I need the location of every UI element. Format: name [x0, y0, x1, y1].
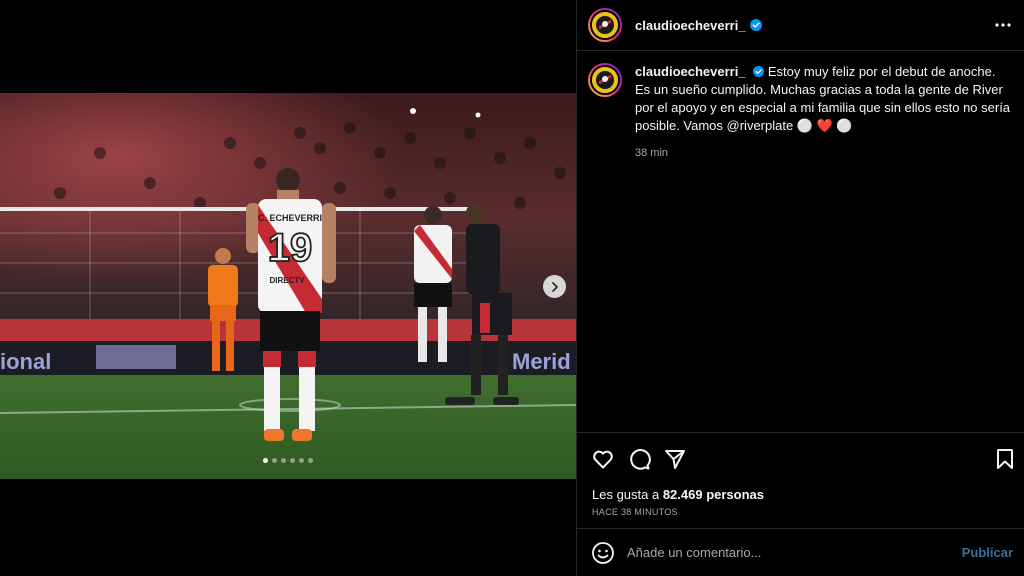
post-caption: claudioecheverri_ Estoy muy feliz por el… — [588, 63, 1013, 162]
carousel-dot — [272, 458, 277, 463]
caption-avatar[interactable] — [588, 63, 622, 97]
ad-board-left-text: ional — [0, 349, 51, 374]
carousel-dot — [263, 458, 268, 463]
verified-badge-icon — [749, 19, 762, 31]
carousel-next-button[interactable] — [543, 275, 566, 298]
carousel-dot — [281, 458, 286, 463]
likes-count[interactable]: Les gusta a 82.469 personas — [592, 487, 764, 502]
emoji-icon[interactable] — [591, 541, 615, 565]
avatar-image — [592, 12, 618, 38]
caption-username[interactable]: claudioecheverri_ — [635, 64, 746, 79]
likes-number[interactable]: 82.469 personas — [663, 487, 764, 502]
shirt-number-text: 19 — [268, 226, 313, 270]
comment-input[interactable] — [627, 545, 962, 560]
action-bar: Les gusta a 82.469 personas HACE 38 MINU… — [577, 432, 1024, 528]
comment-icon[interactable] — [627, 447, 651, 471]
header-username[interactable]: claudioecheverri_ — [635, 18, 746, 33]
caption-timestamp[interactable]: 38 min — [635, 144, 1013, 162]
more-options-icon[interactable] — [993, 15, 1013, 35]
send-icon[interactable] — [663, 447, 687, 471]
publish-button[interactable]: Publicar — [962, 545, 1013, 560]
carousel-dot — [290, 458, 295, 463]
verified-badge-icon — [753, 66, 765, 77]
shirt-sponsor-text: DIRECTV — [269, 276, 305, 285]
post-header: claudioecheverri_ — [577, 0, 1024, 51]
football-photo: ional Merid C. ECHEVERRI 19 DIRECTV — [0, 93, 576, 479]
carousel-dot — [299, 458, 304, 463]
post-photo[interactable]: ional Merid C. ECHEVERRI 19 DIRECTV — [0, 93, 576, 479]
likes-prefix: Les gusta a — [592, 487, 663, 502]
avatar-image — [592, 67, 618, 93]
ad-board-right-text: Merid — [512, 349, 571, 374]
post-media: ional Merid C. ECHEVERRI 19 DIRECTV — [0, 0, 576, 576]
post-date[interactable]: HACE 38 MINUTOS — [592, 507, 678, 517]
carousel-dot — [308, 458, 313, 463]
shirt-name-text: C. ECHEVERRI — [258, 213, 322, 223]
post-details-panel: claudioecheverri_ claudioecheverri_ Esto… — [576, 0, 1024, 576]
chevron-right-icon — [551, 281, 558, 292]
comment-bar: Publicar — [577, 528, 1024, 576]
avatar[interactable] — [588, 8, 622, 42]
heart-icon[interactable] — [591, 447, 615, 471]
bookmark-icon[interactable] — [993, 447, 1017, 471]
carousel-indicator — [0, 458, 576, 463]
